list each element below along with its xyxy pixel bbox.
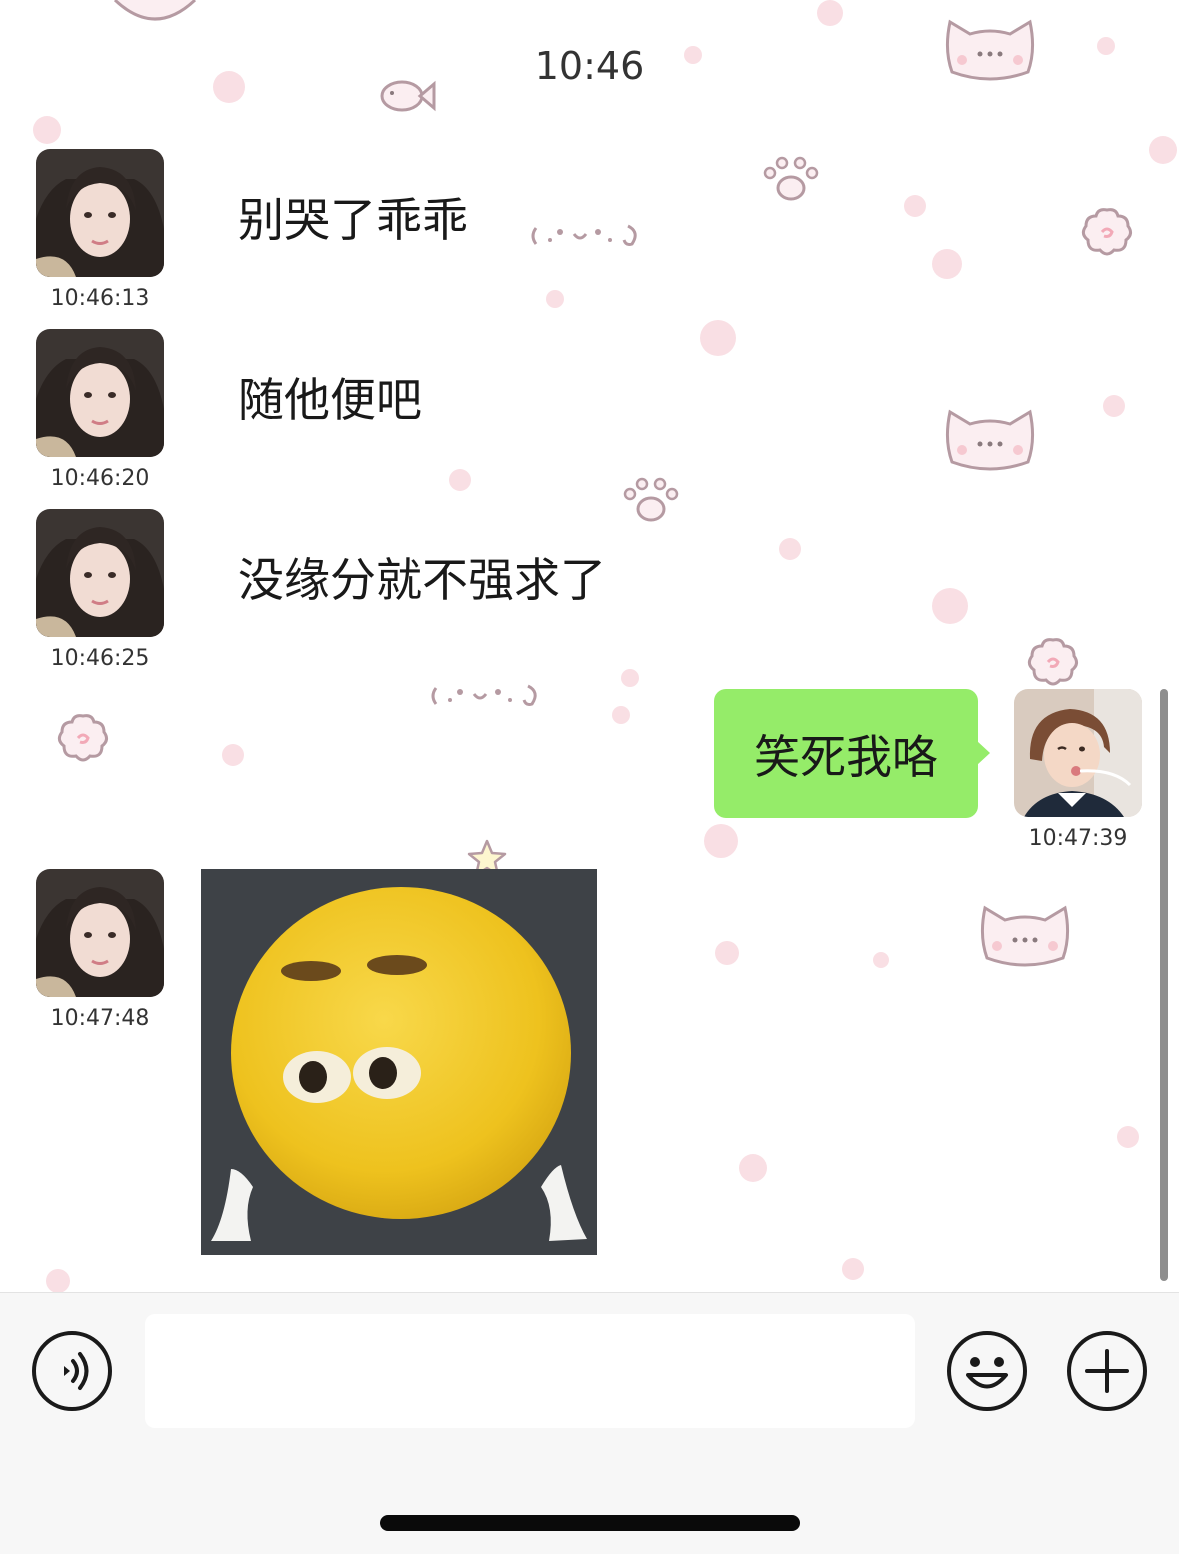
plus-icon[interactable] — [1066, 1330, 1148, 1412]
message-timestamp: 10:47:48 — [50, 1006, 150, 1031]
outgoing-message-bubble[interactable]: 笑死我咯 — [714, 689, 990, 818]
message-text[interactable]: 没缘分就不强求了 — [238, 544, 606, 610]
contact-avatar[interactable] — [36, 149, 164, 277]
message-text[interactable]: 别哭了乖乖 — [238, 184, 468, 250]
message-text[interactable]: 随他便吧 — [238, 364, 422, 430]
bubble-tail — [977, 741, 990, 765]
time-divider: 10:46 — [534, 44, 645, 88]
voice-icon[interactable] — [31, 1330, 113, 1412]
message-text: 笑死我咯 — [754, 729, 938, 784]
home-indicator — [380, 1515, 800, 1531]
contact-avatar[interactable] — [36, 869, 164, 997]
contact-avatar[interactable] — [36, 509, 164, 637]
message-timestamp: 10:47:39 — [1028, 826, 1128, 851]
chat-area[interactable]: 10:46 10:46:13 别哭了乖乖 10:46:20 随他便吧 10:46… — [0, 0, 1179, 1292]
emoji-icon[interactable] — [946, 1330, 1028, 1412]
contact-avatar[interactable] — [36, 329, 164, 457]
message-timestamp: 10:46:20 — [50, 466, 150, 491]
scrollbar[interactable] — [1160, 689, 1168, 1281]
yellow-emoji-sticker[interactable] — [201, 869, 597, 1255]
my-avatar[interactable] — [1014, 689, 1142, 817]
input-bar — [0, 1292, 1179, 1554]
message-timestamp: 10:46:25 — [50, 646, 150, 671]
message-input[interactable] — [145, 1314, 915, 1428]
message-timestamp: 10:46:13 — [50, 286, 150, 311]
